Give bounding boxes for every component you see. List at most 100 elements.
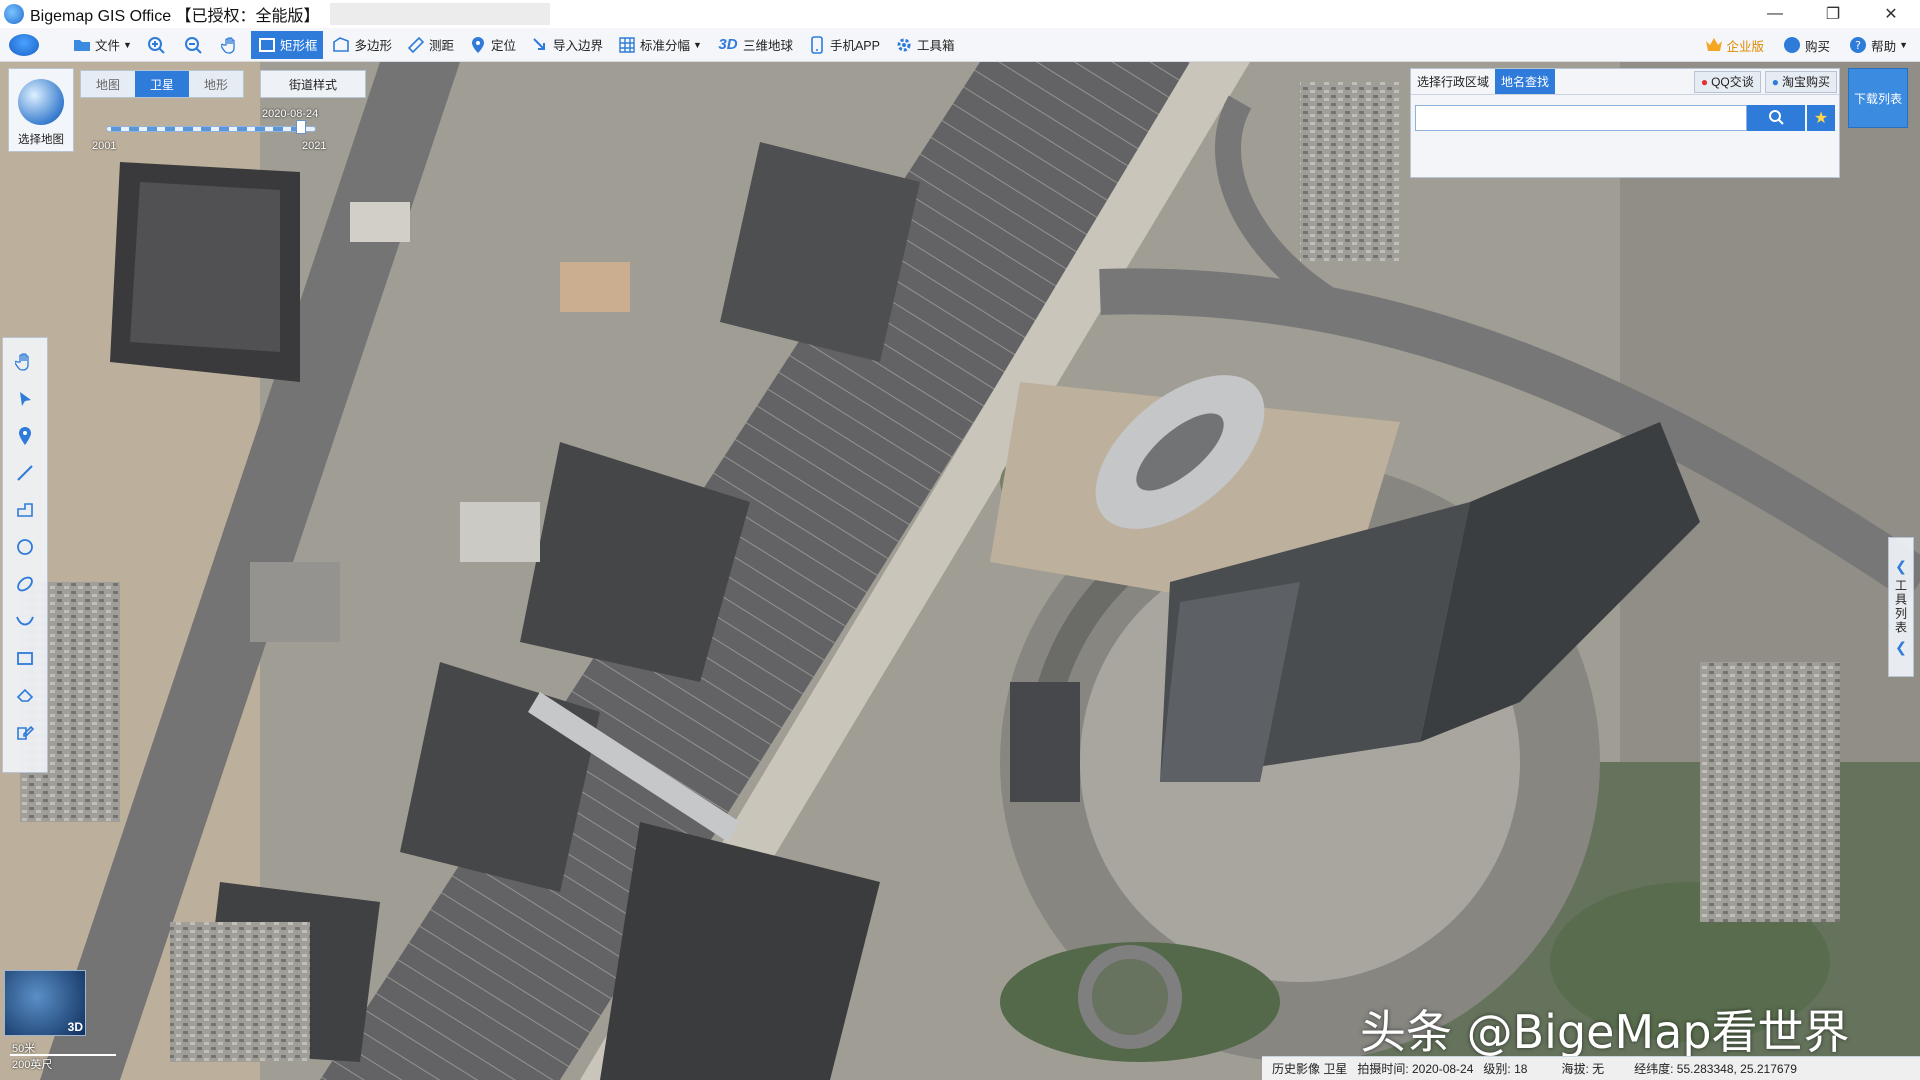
rectangle-icon[interactable] [7, 640, 43, 676]
edit-icon[interactable] [7, 714, 43, 750]
tool-list-tab[interactable]: ❮ 工具列表 ❮ [1888, 537, 1914, 677]
window-controls: — ❐ ✕ [1746, 0, 1920, 28]
import-boundary-label: 导入边界 [553, 39, 604, 53]
bigemap-logo-icon[interactable] [6, 30, 42, 60]
map-view[interactable]: 选择地图 地图 卫星 地形 街道样式 2020-08-24 2001 2021 … [0, 62, 1920, 1080]
ellipse-icon[interactable] [7, 566, 43, 602]
map-type-panel: 选择地图 地图 卫星 地形 街道样式 2020-08-24 2001 2021 [8, 68, 368, 163]
globe3d-label: 三维地球 [742, 39, 793, 53]
minimap-3d-label: 3D [67, 1020, 83, 1034]
taobao-buy-button[interactable]: ● 淘宝购买 [1764, 70, 1837, 93]
eraser-icon[interactable] [7, 677, 43, 713]
tab-satellite[interactable]: 卫星 [135, 71, 189, 97]
search-panel-links: ● QQ交谈 ● 淘宝购买 [1692, 69, 1839, 94]
globe3d-button[interactable]: 3D 三维地球 [710, 31, 799, 59]
enterprise-button[interactable]: 企业版 [1698, 31, 1771, 59]
buy-button[interactable]: 购买 [1776, 31, 1836, 59]
zoom-out-button[interactable] [177, 31, 212, 59]
qq-chat-label: QQ交谈 [1711, 75, 1754, 89]
time-slider-handle[interactable] [296, 120, 306, 134]
svg-text:?: ? [1855, 39, 1861, 52]
hand-icon [220, 35, 240, 55]
tab-map[interactable]: 地图 [81, 71, 135, 97]
qq-icon: ● [1700, 74, 1709, 89]
pointer-icon[interactable] [7, 381, 43, 417]
search-button[interactable] [1747, 105, 1805, 131]
qq-chat-button[interactable]: ● QQ交谈 [1693, 70, 1761, 93]
scale-imperial: 200英尺 [12, 1059, 53, 1071]
satellite-imagery [0, 62, 1920, 1080]
standard-tiles-label: 标准分幅 [640, 39, 691, 53]
minimize-button[interactable]: — [1746, 0, 1804, 28]
line-icon[interactable] [7, 455, 43, 491]
scale-bar: 50米 200英尺 [8, 1040, 128, 1076]
time-end-label: 2021 [302, 140, 327, 152]
chevron-down-icon: ▼ [1899, 40, 1908, 50]
download-list-button[interactable]: 下载列表 [1848, 68, 1908, 128]
window-title: Bigemap GIS Office 【已授权：全能版】 [30, 8, 320, 25]
drawing-tools-strip [2, 337, 48, 773]
street-style-button[interactable]: 街道样式 [260, 70, 366, 98]
locate-label: 定位 [490, 39, 516, 53]
locate-button[interactable]: 定位 [462, 31, 522, 59]
taobao-buy-label: 淘宝购买 [1781, 75, 1830, 89]
polygon-button[interactable]: 多边形 [325, 31, 398, 59]
tool-list-label: 工具列表 [1893, 579, 1908, 635]
time-track[interactable] [106, 126, 316, 132]
mobile-app-button[interactable]: 手机APP [801, 31, 886, 59]
measure-button[interactable]: 测距 [400, 31, 460, 59]
main-toolbar: 文件 ▼ 矩形框 多边形 测距 定位 导入边界 标准分幅 ▼ 3D 三维地球 手 [0, 28, 1920, 62]
hand-icon[interactable] [7, 344, 43, 380]
enterprise-label: 企业版 [1726, 39, 1765, 54]
polygon-icon [331, 35, 351, 55]
curve-icon[interactable] [7, 603, 43, 639]
toolbar-right-group: 企业版 购买 ? 帮助 ▼ [1698, 28, 1920, 62]
select-map-button[interactable]: 选择地图 [8, 68, 74, 152]
help-icon: ? [1848, 35, 1868, 55]
search-row: ★ [1415, 105, 1835, 131]
restore-button[interactable]: ❐ [1804, 0, 1862, 28]
pin-icon[interactable] [7, 418, 43, 454]
place-search-input[interactable] [1415, 105, 1747, 131]
standard-tiles-button[interactable]: 标准分幅 ▼ [611, 31, 708, 59]
status-capture-time: 拍摄时间: 2020-08-24 [1357, 1062, 1474, 1076]
buy-label: 购买 [1805, 39, 1831, 54]
tab-select-admin-region[interactable]: 选择行政区域 [1411, 69, 1495, 94]
zoom-in-button[interactable] [140, 31, 175, 59]
favorite-star-icon[interactable]: ★ [1807, 105, 1835, 131]
place-search-panel: 选择行政区域 地名查找 ● QQ交谈 ● 淘宝购买 ★ [1410, 68, 1840, 178]
polyline-icon[interactable] [7, 492, 43, 528]
zoom-out-icon [183, 35, 203, 55]
search-icon [1768, 109, 1784, 128]
status-source: 历史影像 卫星 [1272, 1062, 1348, 1076]
close-button[interactable]: ✕ [1862, 0, 1920, 28]
grid-icon [617, 35, 637, 55]
history-time-slider[interactable]: 2020-08-24 2001 2021 [92, 108, 327, 158]
phone-icon [807, 35, 827, 55]
file-menu-label: 文件 [95, 39, 121, 53]
rectangle-select-button[interactable]: 矩形框 [250, 30, 324, 59]
3d-icon: 3D [718, 36, 738, 53]
status-coordinates: 经纬度: 55.283348, 25.217679 [1634, 1062, 1797, 1076]
circle-icon[interactable] [7, 529, 43, 565]
rectangle-select-icon [257, 35, 277, 55]
rectangle-select-label: 矩形框 [279, 39, 318, 53]
help-label: 帮助 [1871, 39, 1897, 54]
tab-terrain[interactable]: 地形 [189, 71, 243, 97]
ruler-icon [406, 35, 426, 55]
map-type-tabs: 地图 卫星 地形 [80, 70, 244, 98]
chevron-left-icon: ❮ [1895, 558, 1907, 574]
pan-button[interactable] [214, 31, 249, 59]
tab-place-search[interactable]: 地名查找 [1495, 69, 1556, 94]
status-bar: 历史影像 卫星 拍摄时间: 2020-08-24 级别: 18 海拔: 无 经纬… [1262, 1056, 1920, 1080]
help-button[interactable]: ? 帮助 ▼ [1842, 31, 1914, 59]
mobile-app-label: 手机APP [829, 39, 880, 53]
import-boundary-button[interactable]: 导入边界 [524, 31, 609, 59]
file-menu-button[interactable]: 文件 ▼ [66, 31, 138, 59]
minimap-globe[interactable]: 3D [4, 970, 86, 1036]
status-altitude: 海拔: 无 [1561, 1062, 1605, 1076]
location-pin-icon [468, 35, 488, 55]
toolbox-button[interactable]: 工具箱 [888, 31, 961, 59]
zoom-in-icon [146, 35, 166, 55]
watermark-text: 头条 @BigeMap看世界 [1360, 1005, 1850, 1059]
